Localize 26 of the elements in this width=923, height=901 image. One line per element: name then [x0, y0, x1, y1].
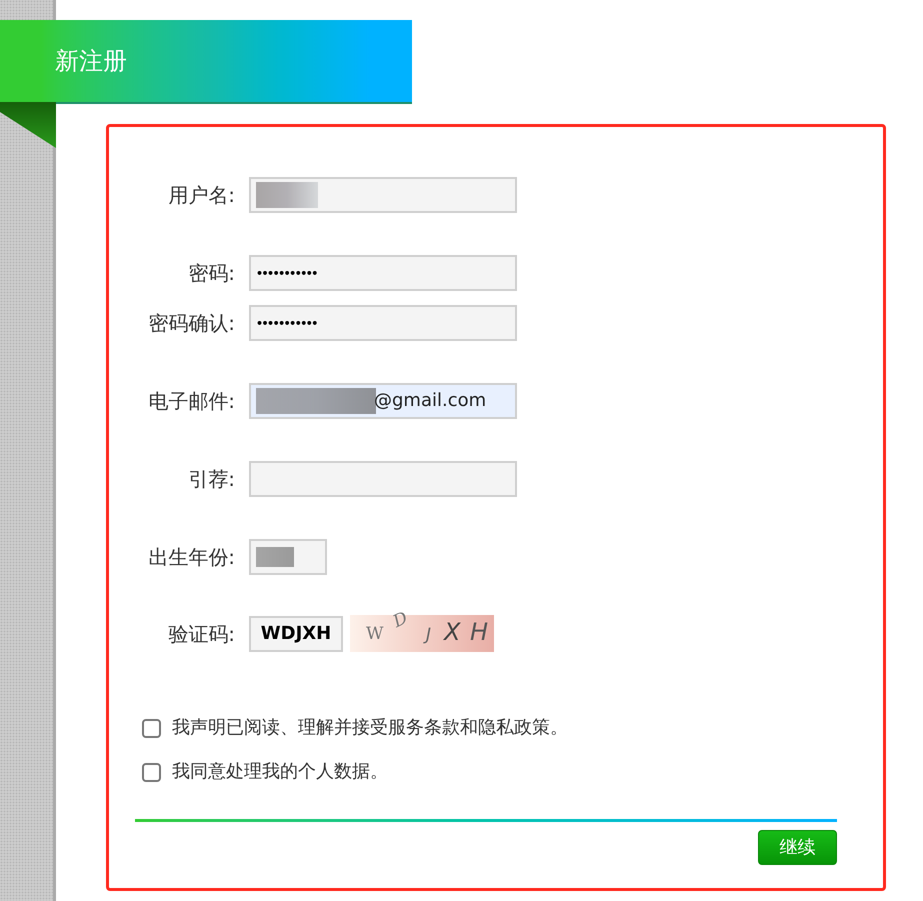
checkbox-label: 我声明已阅读、理解并接受服务条款和隐私政策。	[172, 716, 568, 740]
password-field[interactable]: •••••••••••	[249, 255, 517, 291]
checkbox-label: 我同意处理我的个人数据。	[172, 760, 388, 784]
captcha-field[interactable]: WDJXH	[249, 616, 343, 652]
text-field[interactable]	[249, 177, 517, 213]
field-label: 出生年份:	[148, 544, 235, 570]
field-label: 用户名:	[168, 182, 235, 208]
checkbox[interactable]	[142, 718, 161, 738]
page-title: 新注册	[55, 49, 127, 73]
blurred-block	[256, 547, 294, 567]
captcha-letter: D	[391, 610, 411, 632]
field-label: 验证码:	[168, 620, 235, 646]
checkbox[interactable]	[142, 762, 161, 782]
field-label: 密码:	[188, 260, 235, 286]
captcha-letter: H	[470, 620, 488, 644]
email-field[interactable]: @gmail.com	[249, 383, 517, 419]
year-field[interactable]	[249, 539, 327, 575]
captcha-letter: X	[444, 620, 460, 644]
password-field[interactable]: •••••••••••	[249, 305, 517, 341]
field-label: 密码确认:	[148, 310, 235, 336]
blurred-block	[256, 182, 318, 208]
field-label: 电子邮件:	[148, 388, 235, 414]
captcha-letter: W	[366, 626, 384, 643]
field-label: 引荐:	[188, 466, 235, 492]
ribbon-fold-drawing	[0, 102, 56, 148]
text-field[interactable]	[249, 461, 517, 497]
